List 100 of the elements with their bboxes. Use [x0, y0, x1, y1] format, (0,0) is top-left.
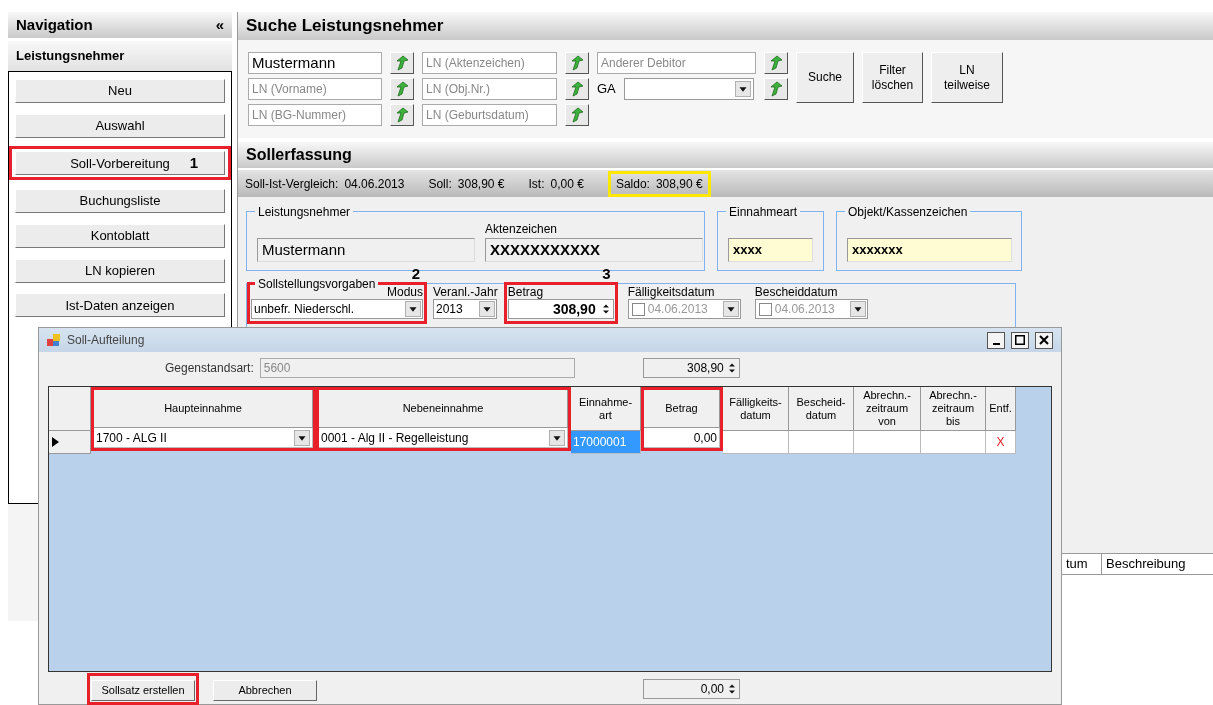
- dropdown-value: 0001 - Alg II - Regelleistung: [321, 429, 469, 447]
- search-field[interactable]: Mustermann: [248, 52, 382, 74]
- delete-button[interactable]: X: [986, 431, 1016, 454]
- table-cell: 0,00: [644, 428, 720, 448]
- column-header[interactable]: Einnahme-art: [571, 387, 641, 431]
- column-header[interactable]: Haupteinnahme: [94, 390, 313, 428]
- search-field[interactable]: LN (Vorname): [248, 78, 382, 100]
- transfer-button[interactable]: [565, 104, 589, 126]
- status-value: 308,90 €: [655, 175, 703, 193]
- spinner-value: 308,90: [552, 299, 596, 319]
- dropdown-value: 1700 - ALG II: [96, 429, 167, 447]
- grid-dropdown[interactable]: 1700 - ALG II: [94, 428, 313, 448]
- search-field[interactable]: LN (Obj.Nr.): [422, 78, 557, 100]
- readonly-field[interactable]: Mustermann: [257, 238, 475, 262]
- curved-arrow-icon: [769, 55, 783, 71]
- close-icon: [1039, 335, 1049, 345]
- transfer-button[interactable]: [565, 78, 589, 100]
- curved-arrow-icon: [769, 81, 783, 97]
- nav-button[interactable]: Auswahl: [15, 113, 225, 138]
- search-action-button[interactable]: Filter löschen: [862, 52, 923, 103]
- column-header[interactable]: Nebeneinnahme: [319, 390, 568, 428]
- grid-dropdown[interactable]: 0001 - Alg II - Regelleistung: [319, 428, 568, 448]
- transfer-button[interactable]: [764, 78, 788, 100]
- mode-dropdown[interactable]: 2013: [433, 299, 497, 319]
- readonly-field[interactable]: XXXXXXXXXXX: [485, 238, 703, 262]
- transfer-button[interactable]: [390, 52, 414, 74]
- checkbox[interactable]: [758, 302, 772, 316]
- curved-arrow-icon: [570, 81, 584, 97]
- field-label: Bescheiddatum: [754, 285, 839, 299]
- transfer-button[interactable]: [764, 52, 788, 74]
- transfer-button[interactable]: [565, 52, 589, 74]
- curved-arrow-icon: [570, 107, 584, 123]
- mode-dropdown[interactable]: unbefr. Niederschl.: [251, 299, 423, 319]
- date-value: 04.06.2013: [647, 301, 709, 318]
- app-icon: [47, 333, 61, 347]
- dropdown-caret-icon[interactable]: [849, 301, 866, 317]
- curved-arrow-icon: [395, 81, 409, 97]
- table-cell: 17000001: [571, 431, 641, 454]
- panel-title: Navigation: [16, 14, 93, 35]
- maximize-icon: [1015, 335, 1025, 345]
- column-header[interactable]: Bescheid-datum: [789, 387, 854, 431]
- callout-number: 2: [411, 264, 420, 284]
- dropdown-value: 2013: [436, 301, 463, 318]
- callout-number: 3: [602, 264, 611, 284]
- total-spinner[interactable]: 308,90: [642, 358, 740, 378]
- search-field[interactable]: LN (BG-Nummer): [248, 104, 382, 126]
- section-header: Suche Leistungsnehmer: [238, 12, 1213, 40]
- dropdown-caret-icon[interactable]: [294, 429, 310, 446]
- minimize-icon: [992, 343, 1000, 345]
- curved-arrow-icon: [570, 55, 584, 71]
- field-label: Fälligkeitsdatum: [627, 285, 716, 299]
- status-label: Ist:: [528, 175, 545, 193]
- dropdown-caret-icon[interactable]: [479, 301, 495, 317]
- readonly-field[interactable]: xxxx: [728, 238, 813, 262]
- status-label: Soll-Ist-Vergleich:: [245, 175, 339, 193]
- dialog-button[interactable]: Sollsatz erstellen: [91, 679, 195, 701]
- readonly-field[interactable]: xxxxxxx: [847, 238, 1012, 262]
- transfer-button[interactable]: [390, 104, 414, 126]
- dropdown-value: unbefr. Niederschl.: [254, 301, 355, 318]
- dropdown-caret-icon[interactable]: [722, 301, 739, 317]
- dropdown-caret-icon[interactable]: [549, 429, 565, 446]
- curved-arrow-icon: [395, 107, 409, 123]
- close-button[interactable]: [1035, 331, 1053, 349]
- field-label: Veranl.-Jahr: [433, 285, 498, 299]
- nav-button[interactable]: Kontoblatt: [15, 223, 225, 248]
- status-label: Soll:: [428, 175, 452, 193]
- status-value: 04.06.2013: [344, 175, 405, 193]
- collapse-button[interactable]: «: [215, 13, 224, 37]
- status-value: 308,90 €: [457, 175, 505, 193]
- status-label: Saldo:: [615, 175, 650, 193]
- column-header[interactable]: Abrechn.-zeitraum von: [854, 387, 921, 431]
- nav-button[interactable]: Buchungsliste: [15, 189, 225, 213]
- dropdown-caret-icon[interactable]: [734, 81, 751, 97]
- search-field[interactable]: LN (Geburtsdatum): [422, 104, 557, 126]
- field-label: Aktenzeichen: [485, 221, 559, 238]
- sum-spinner[interactable]: 0,00: [643, 679, 740, 699]
- dropdown-caret-icon[interactable]: [405, 301, 421, 317]
- column-header[interactable]: Fälligkeits-datum: [723, 387, 789, 431]
- checkbox[interactable]: [631, 302, 645, 316]
- column-header[interactable]: Abrechn.-zeitraum bis: [921, 387, 986, 431]
- nav-button[interactable]: Neu: [15, 78, 225, 103]
- maximize-button[interactable]: [1011, 331, 1029, 349]
- column-header[interactable]: Entf.: [986, 387, 1016, 431]
- minimize-button[interactable]: [987, 331, 1005, 349]
- nav-button[interactable]: LN kopieren: [15, 258, 225, 283]
- search-action-button[interactable]: Suche: [796, 52, 854, 103]
- search-field[interactable]: LN (Aktenzeichen): [422, 52, 557, 74]
- amount-spinner[interactable]: 308,90: [507, 299, 614, 319]
- callout-number: 1: [189, 152, 198, 173]
- spinner-value: 0,00: [700, 681, 724, 698]
- curved-arrow-icon: [395, 55, 409, 71]
- transfer-button[interactable]: [390, 78, 414, 100]
- nav-button[interactable]: Ist-Daten anzeigen: [15, 293, 225, 318]
- search-field[interactable]: Anderer Debitor: [597, 52, 756, 74]
- date-value: 04.06.2013: [774, 301, 836, 318]
- dialog-button[interactable]: Abbrechen: [213, 679, 317, 701]
- column-header[interactable]: Betrag: [644, 390, 720, 428]
- list-column-header[interactable]: Beschreibung: [1101, 554, 1213, 574]
- search-action-button[interactable]: LN teilweise: [931, 52, 1003, 103]
- section-header: Sollerfassung: [238, 142, 1213, 168]
